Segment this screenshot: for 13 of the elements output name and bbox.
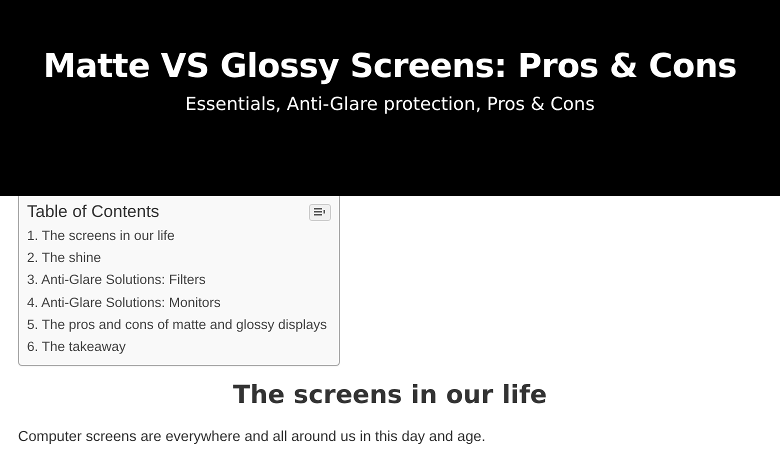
toc-link[interactable]: 5. The pros and cons of matte and glossy displays bbox=[27, 314, 327, 336]
page-subtitle: Essentials, Anti-Glare protection, Pros & Cons bbox=[185, 94, 595, 115]
section-heading: The screens in our life bbox=[232, 380, 548, 410]
toc-link[interactable]: 4. Anti-Glare Solutions: Monitors bbox=[27, 292, 221, 314]
toc-link[interactable]: 3. Anti-Glare Solutions: Filters bbox=[27, 269, 206, 292]
toc-title: Table of Contents bbox=[27, 202, 160, 222]
page-title: Matte VS Glossy Screens: Pros & Cons bbox=[43, 45, 737, 87]
toc-toggle-button[interactable] bbox=[309, 204, 331, 220]
list-icon bbox=[314, 208, 326, 216]
toc-link[interactable]: 1. The screens in our life bbox=[27, 225, 175, 248]
paragraph: Computer screens are everywhere and all around us in this day and age. bbox=[18, 429, 486, 446]
toc-link[interactable]: 2. The shine bbox=[27, 247, 102, 270]
toc-link[interactable]: 6. The takeaway bbox=[27, 336, 126, 358]
